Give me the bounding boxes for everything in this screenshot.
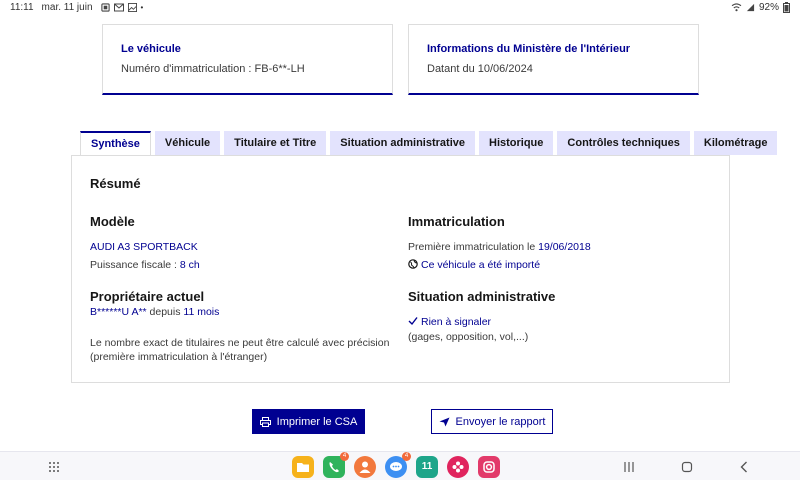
app-drawer-icon[interactable] [48,461,60,473]
messages-app-icon[interactable]: 4 [385,452,411,478]
tab-controles-techniques[interactable]: Contrôles techniques [557,131,690,155]
model-name: AUDI A3 SPORTBACK [90,241,198,253]
battery-icon [783,2,790,13]
back-icon[interactable] [737,460,751,474]
recent-apps-icon[interactable] [622,460,636,474]
print-csa-button[interactable]: Imprimer le CSA [252,409,365,434]
wifi-icon [731,3,742,12]
flower-app-icon[interactable] [447,456,469,478]
phone-badge: 4 [340,452,349,461]
tab-vehicule[interactable]: Véhicule [154,131,221,155]
calendar-day: 11 [421,461,433,472]
owner-heading: Propriétaire actuel [90,289,205,304]
data-date: Datant du 10/06/2024 [427,63,533,75]
status-time: 11:11 [10,2,34,13]
mail-icon [113,3,124,12]
system-icons: 92% [731,2,790,13]
owner-since-value: 11 mois [183,306,220,318]
app-dock: 4 4 11 [292,452,500,478]
fiscal-power-label: Puissance fiscale : [90,259,180,271]
tab-historique[interactable]: Historique [479,131,554,155]
admin-status-text: Rien à signaler [421,316,492,328]
home-icon[interactable] [680,460,694,474]
owner-section: Propriétaire actuel B******U A** depuis … [90,289,400,369]
registration-section: Immatriculation Première immatriculation… [408,214,718,277]
messages-badge: 4 [402,452,411,461]
printer-icon [259,416,271,427]
tab-kilometrage[interactable]: Kilométrage [693,131,778,155]
camera-app-icon[interactable] [478,456,500,478]
model-heading: Modèle [90,214,135,229]
summary-panel: Résumé Modèle AUDI A3 SPORTBACK Puissanc… [71,155,730,383]
registration-heading: Immatriculation [408,214,505,229]
imported-text: Ce véhicule a été importé [421,259,541,271]
files-app-icon[interactable] [292,456,314,478]
owner-name: B******U A** [90,306,147,318]
summary-title: Résumé [90,176,141,191]
status-date: mar. 11 juin [41,2,93,13]
system-navbar: 4 4 11 [0,451,800,480]
print-csa-label: Imprimer le CSA [276,415,358,428]
more-dot-icon: • [140,3,144,12]
admin-situation-section: Situation administrative Rien à signaler… [408,289,718,349]
admin-status: Rien à signaler [408,316,718,328]
ministry-card: Informations du Ministère de l'Intérieur… [408,24,699,95]
battery-saver-icon [100,3,110,12]
admin-status-detail: (gages, opposition, vol,...) [408,331,529,343]
signal-icon [746,3,755,12]
folder-icon [297,463,309,472]
send-icon [439,417,450,426]
gallery-icon [127,3,137,12]
flower-icon [452,461,464,473]
person-icon [359,461,371,473]
send-report-label: Envoyer le rapport [455,415,546,428]
send-report-button[interactable]: Envoyer le rapport [431,409,553,434]
report-tabs: Synthèse Véhicule Titulaire et Titre Sit… [80,131,778,156]
contacts-app-icon[interactable] [354,456,376,478]
fiscal-power-value: 8 ch [179,259,200,271]
admin-situation-heading: Situation administrative [408,289,556,304]
notification-icons: • [100,3,144,12]
ministry-card-title: Informations du Ministère de l'Intérieur [427,43,631,55]
first-registration-date: 19/06/2018 [538,241,591,253]
first-registration: Première immatriculation le 19/06/2018 [408,241,718,253]
imported-link[interactable]: Ce véhicule a été importé [408,259,718,271]
fiscal-power: Puissance fiscale : 8 ch [90,259,400,271]
calendar-app-icon[interactable]: 11 [416,456,438,478]
first-registration-label: Première immatriculation le [408,241,539,253]
owner-note-line2: (première immatriculation à l'étranger) [90,351,268,363]
phone-app-icon[interactable]: 4 [323,452,349,478]
model-section: Modèle AUDI A3 SPORTBACK Puissance fisca… [90,214,400,277]
status-bar: 11:11 mar. 11 juin • 92% [0,0,800,15]
battery-level: 92% [758,2,779,13]
tab-titulaire-et-titre[interactable]: Titulaire et Titre [224,131,327,155]
registration-number: Numéro d'immatriculation : FB-6**-LH [121,63,305,75]
owner-since-label: depuis [146,306,184,318]
tab-situation-administrative[interactable]: Situation administrative [330,131,475,155]
owner-note-line1: Le nombre exact de titulaires ne peut êt… [90,337,390,349]
vehicle-card: Le véhicule Numéro d'immatriculation : F… [102,24,393,95]
vehicle-card-title: Le véhicule [121,43,181,55]
globe-icon [408,259,418,269]
checkmark-icon [408,317,418,326]
tab-synthese[interactable]: Synthèse [80,131,151,156]
camera-icon [483,461,495,473]
owner-line: B******U A** depuis 11 mois [90,306,400,318]
